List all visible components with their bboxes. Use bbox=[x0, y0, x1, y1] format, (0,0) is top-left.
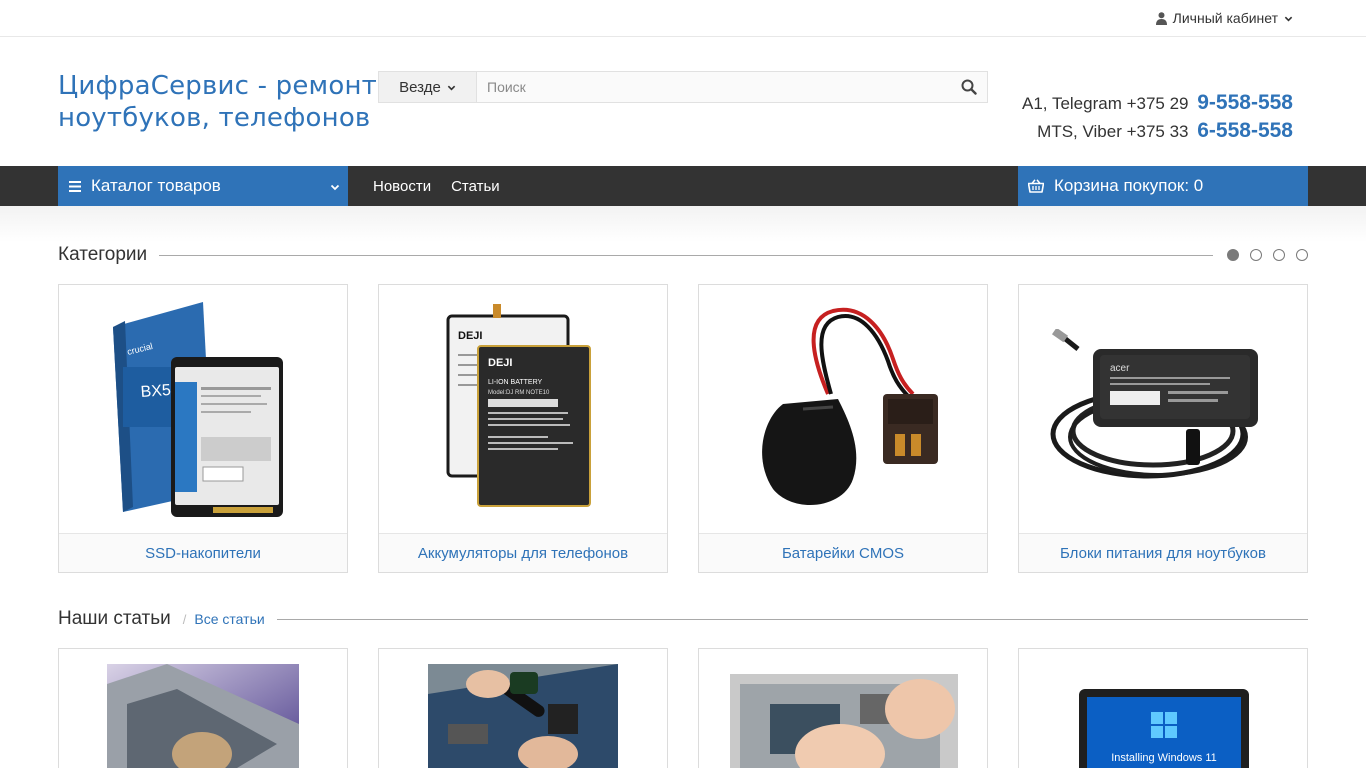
main-nav: Каталог товаров Новости Статьи Корзина п… bbox=[0, 166, 1366, 206]
svg-text:DEJI: DEJI bbox=[488, 357, 512, 369]
catalog-label: Каталог товаров bbox=[91, 176, 221, 195]
menu-icon bbox=[69, 180, 81, 192]
category-card-laptop-chargers[interactable]: acer Блоки питания для ноутбуков bbox=[1018, 284, 1308, 573]
account-menu[interactable]: Личный кабинет bbox=[1155, 10, 1293, 26]
phone-line-mts: MTS, Viber +375 33 6-558-558 bbox=[1022, 117, 1293, 145]
article-card[interactable] bbox=[698, 648, 988, 768]
carousel-dot-1[interactable] bbox=[1227, 249, 1239, 261]
phone-line-a1: A1, Telegram +375 29 9-558-558 bbox=[1022, 89, 1293, 117]
cmos-battery-image bbox=[699, 285, 987, 533]
windows-install-image: Installing Windows 11 bbox=[1079, 689, 1249, 768]
section-title: Категории bbox=[58, 244, 148, 265]
carousel-dot-4[interactable] bbox=[1296, 249, 1308, 261]
site-logo[interactable]: ЦифраСервис - ремонт ноутбуков, телефоно… bbox=[58, 70, 377, 134]
article-card[interactable] bbox=[378, 648, 668, 768]
carousel-pagination bbox=[1227, 249, 1308, 261]
nav-links: Новости Статьи bbox=[373, 166, 500, 206]
logo-line-1: ЦифраСервис - ремонт bbox=[58, 71, 377, 101]
svg-text:DEJI: DEJI bbox=[458, 330, 482, 342]
install-screen-text: Installing Windows 11 bbox=[1111, 752, 1217, 764]
account-label: Личный кабинет bbox=[1172, 10, 1278, 26]
catalog-menu-button[interactable]: Каталог товаров bbox=[58, 166, 348, 206]
user-icon bbox=[1155, 11, 1167, 25]
article-cards: Installing Windows 11 bbox=[58, 648, 1308, 768]
category-label: Блоки питания для ноутбуков bbox=[1019, 533, 1307, 572]
top-bar: Личный кабинет bbox=[0, 0, 1366, 37]
contact-phones: A1, Telegram +375 29 9-558-558 MTS, Vibe… bbox=[1022, 89, 1293, 145]
divider bbox=[159, 254, 1213, 256]
search-button[interactable] bbox=[951, 72, 987, 102]
basket-icon bbox=[1028, 179, 1044, 193]
carousel-dot-2[interactable] bbox=[1250, 249, 1262, 261]
search-scope-label: Везде bbox=[399, 78, 441, 96]
category-label: SSD-накопители bbox=[59, 533, 347, 572]
phone-battery-image: DEJI DEJI LI-ION BATTERY Model:DJ RM NOT… bbox=[379, 285, 667, 533]
category-card-cmos-batteries[interactable]: Батарейки CMOS bbox=[698, 284, 988, 573]
nav-link-articles[interactable]: Статьи bbox=[451, 178, 500, 195]
motherboard-screwdriver-image bbox=[428, 664, 618, 768]
category-label: Батарейки CMOS bbox=[699, 533, 987, 572]
laptop-charger-image: acer bbox=[1019, 285, 1307, 533]
search-bar: Везде bbox=[378, 71, 988, 103]
chevron-down-icon bbox=[330, 184, 340, 191]
articles-header: Наши статьи / Все статьи bbox=[58, 607, 1308, 631]
svg-text:BX5: BX5 bbox=[140, 381, 171, 400]
all-articles-link[interactable]: Все статьи bbox=[194, 611, 264, 627]
nav-link-news[interactable]: Новости bbox=[373, 178, 431, 195]
categories-header: Категории bbox=[58, 243, 1308, 267]
laptop-repair-image bbox=[107, 664, 299, 768]
chevron-down-icon bbox=[447, 85, 456, 90]
phone-prefix: A1, Telegram +375 29 bbox=[1022, 94, 1189, 113]
category-label: Аккумуляторы для телефонов bbox=[379, 533, 667, 572]
section-title: Наши статьи bbox=[58, 608, 171, 629]
svg-text:acer: acer bbox=[1110, 363, 1130, 374]
article-card[interactable] bbox=[58, 648, 348, 768]
search-icon bbox=[961, 79, 977, 95]
phone-number[interactable]: 9-558-558 bbox=[1197, 91, 1293, 114]
phone-prefix: MTS, Viber +375 33 bbox=[1037, 122, 1189, 141]
search-input[interactable] bbox=[477, 72, 951, 102]
separator: / bbox=[182, 611, 187, 627]
svg-text:Model:DJ RM NOTE10: Model:DJ RM NOTE10 bbox=[488, 390, 550, 396]
article-card[interactable]: Installing Windows 11 bbox=[1018, 648, 1308, 768]
nav-shadow bbox=[0, 206, 1366, 242]
category-card-phone-batteries[interactable]: DEJI DEJI LI-ION BATTERY Model:DJ RM NOT… bbox=[378, 284, 668, 573]
category-card-ssd[interactable]: BX5 crucial SSD-накопители bbox=[58, 284, 348, 573]
search-scope-dropdown[interactable]: Везде bbox=[379, 72, 477, 102]
svg-text:LI-ION BATTERY: LI-ION BATTERY bbox=[488, 379, 543, 386]
phone-number[interactable]: 6-558-558 bbox=[1197, 119, 1293, 142]
ssd-image: BX5 crucial bbox=[59, 285, 347, 533]
logo-line-2: ноутбуков, телефонов bbox=[58, 103, 371, 133]
cart-label: Корзина покупок: 0 bbox=[1054, 176, 1204, 195]
chevron-down-icon bbox=[1284, 16, 1293, 21]
category-cards: BX5 crucial SSD-накопители DEJI DEJI LI-… bbox=[58, 284, 1308, 573]
carousel-dot-3[interactable] bbox=[1273, 249, 1285, 261]
divider bbox=[276, 618, 1308, 620]
laptop-disassembly-image bbox=[730, 674, 958, 768]
cart-button[interactable]: Корзина покупок: 0 bbox=[1018, 166, 1308, 206]
